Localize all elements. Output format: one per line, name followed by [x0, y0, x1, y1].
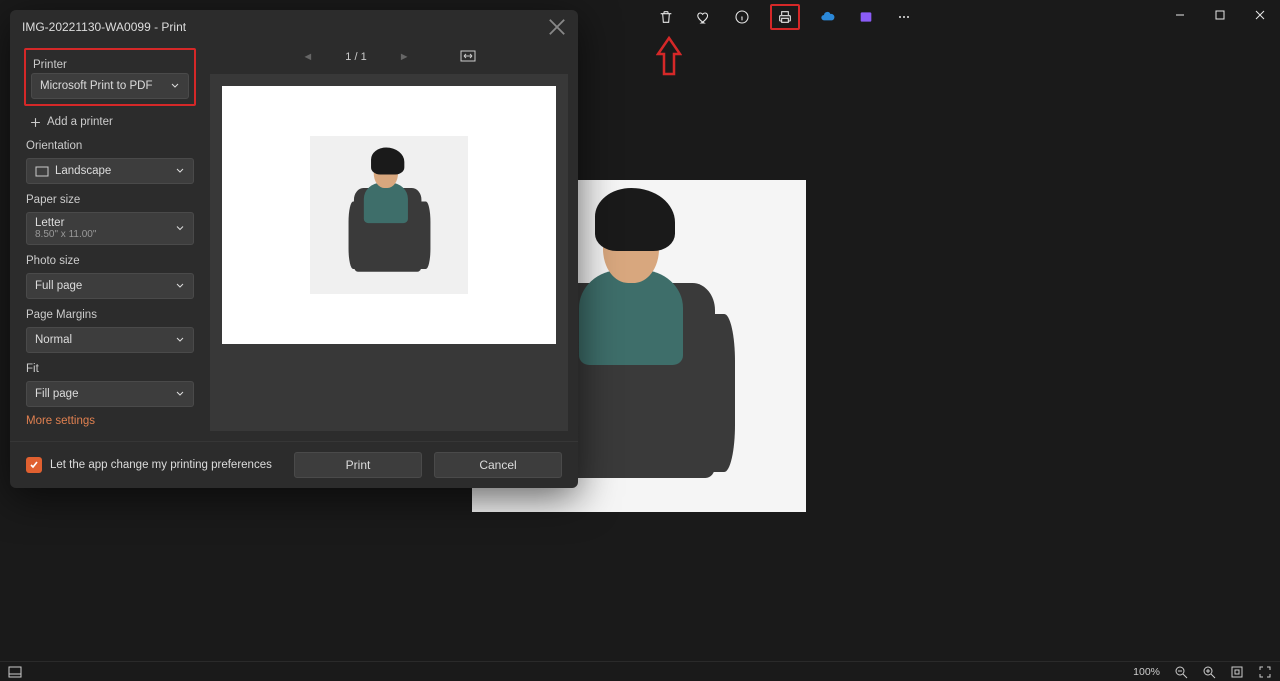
- fit-value: Fill page: [35, 388, 78, 400]
- chevron-down-icon: [175, 222, 185, 235]
- preferences-checkbox-label: Let the app change my printing preferenc…: [50, 459, 272, 471]
- fit-dropdown[interactable]: Fill page: [26, 381, 194, 407]
- zoom-out-icon[interactable]: [1174, 665, 1188, 679]
- print-options-panel: Printer Microsoft Print to PDF Add a pri…: [10, 44, 210, 441]
- close-button[interactable]: [1240, 0, 1280, 30]
- orientation-value: Landscape: [55, 165, 111, 177]
- dialog-header: IMG-20221130-WA0099 - Print: [10, 10, 578, 44]
- chevron-down-icon: [175, 165, 185, 178]
- fit-width-icon[interactable]: [460, 50, 476, 65]
- dialog-close-button[interactable]: [548, 18, 566, 36]
- maximize-button[interactable]: [1200, 0, 1240, 30]
- toolbar-center: [656, 4, 914, 30]
- zoom-in-icon[interactable]: [1202, 665, 1216, 679]
- prev-page-button[interactable]: ◄: [302, 51, 313, 63]
- preview-page: [222, 86, 556, 344]
- chevron-down-icon: [175, 280, 185, 293]
- landscape-icon: [35, 166, 49, 177]
- favorite-icon[interactable]: [694, 7, 714, 27]
- window-controls: [1160, 0, 1280, 30]
- chevron-down-icon: [175, 388, 185, 401]
- paper-size-dropdown[interactable]: Letter 8.50" x 11.00": [26, 212, 194, 245]
- photo-size-label: Photo size: [26, 255, 194, 267]
- printer-value: Microsoft Print to PDF: [40, 80, 152, 92]
- clipchamp-icon[interactable]: [856, 7, 876, 27]
- paper-size-dimensions: 8.50" x 11.00": [35, 229, 96, 240]
- fit-label: Fit: [26, 363, 194, 375]
- next-page-button[interactable]: ►: [399, 51, 410, 63]
- page-margins-value: Normal: [35, 334, 72, 346]
- paper-size-value: Letter: [35, 217, 64, 229]
- add-printer-link[interactable]: Add a printer: [26, 112, 194, 130]
- orientation-dropdown[interactable]: Landscape: [26, 158, 194, 184]
- zoom-level: 100%: [1133, 666, 1160, 678]
- filmstrip-toggle-icon[interactable]: [8, 665, 22, 679]
- actual-size-icon[interactable]: [1230, 665, 1244, 679]
- orientation-label: Orientation: [26, 140, 194, 152]
- page-navigator: ◄ 1 / 1 ►: [210, 44, 568, 70]
- chevron-down-icon: [175, 334, 185, 347]
- chevron-down-icon: [170, 80, 180, 93]
- print-dialog: IMG-20221130-WA0099 - Print Printer Micr…: [10, 10, 578, 488]
- dialog-title: IMG-20221130-WA0099 - Print: [22, 20, 186, 34]
- cancel-button[interactable]: Cancel: [434, 452, 562, 478]
- info-icon[interactable]: [732, 7, 752, 27]
- onedrive-icon[interactable]: [818, 7, 838, 27]
- delete-icon[interactable]: [656, 7, 676, 27]
- dialog-footer: Let the app change my printing preferenc…: [10, 441, 578, 488]
- printer-section-highlight: Printer Microsoft Print to PDF: [24, 48, 196, 106]
- photo-size-dropdown[interactable]: Full page: [26, 273, 194, 299]
- print-icon-highlight: [770, 4, 800, 30]
- photo-size-value: Full page: [35, 280, 82, 292]
- preview-area: [210, 74, 568, 431]
- minimize-button[interactable]: [1160, 0, 1200, 30]
- preferences-checkbox-row[interactable]: Let the app change my printing preferenc…: [26, 457, 282, 473]
- preferences-checkbox[interactable]: [26, 457, 42, 473]
- add-printer-label: Add a printer: [47, 116, 113, 128]
- fullscreen-icon[interactable]: [1258, 665, 1272, 679]
- more-icon[interactable]: [894, 7, 914, 27]
- annotation-arrow-icon: [656, 36, 682, 76]
- printer-label: Printer: [27, 55, 193, 73]
- printer-dropdown[interactable]: Microsoft Print to PDF: [31, 73, 189, 99]
- page-margins-dropdown[interactable]: Normal: [26, 327, 194, 353]
- status-bar: 100%: [0, 661, 1280, 681]
- more-settings-link[interactable]: More settings: [26, 415, 194, 427]
- paper-size-label: Paper size: [26, 194, 194, 206]
- preview-panel: ◄ 1 / 1 ►: [210, 44, 578, 441]
- page-indicator: 1 / 1: [345, 51, 366, 63]
- print-icon[interactable]: [775, 7, 795, 27]
- page-margins-label: Page Margins: [26, 309, 194, 321]
- print-button[interactable]: Print: [294, 452, 422, 478]
- preview-photo: [310, 136, 468, 294]
